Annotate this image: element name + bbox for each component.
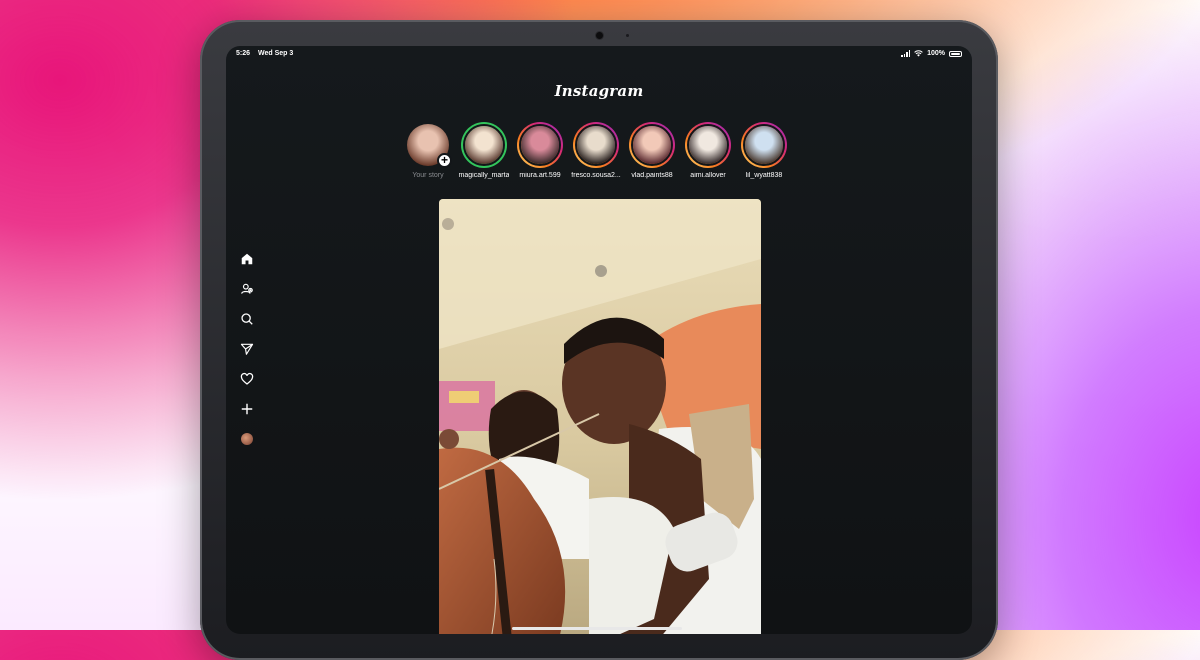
story-item[interactable]: aimi.allover xyxy=(684,122,732,179)
status-time: 5:26 xyxy=(236,50,251,57)
story-item[interactable]: miura.art.599 xyxy=(516,122,564,179)
story-username: vlad.paints88 xyxy=(631,172,673,179)
story-ring xyxy=(573,122,619,168)
story-avatar xyxy=(463,124,505,166)
status-right: 100% xyxy=(901,50,962,57)
sidebar-item-search[interactable] xyxy=(236,312,258,326)
plus-icon xyxy=(241,403,253,415)
story-username: magically_marta xyxy=(458,172,510,179)
story-username: Your story xyxy=(412,172,444,179)
story-avatar-image xyxy=(745,126,783,164)
story-your-story[interactable]: + Your story xyxy=(404,122,452,179)
battery-icon xyxy=(949,50,962,57)
story-avatar xyxy=(519,124,561,166)
story-avatar xyxy=(743,124,785,166)
story-avatar-image xyxy=(465,126,503,164)
instagram-logo[interactable]: Instagram xyxy=(226,82,972,100)
sidebar-item-friends[interactable] xyxy=(236,282,258,296)
sidebar-item-profile[interactable] xyxy=(236,432,258,446)
wifi-icon xyxy=(914,50,923,57)
search-icon xyxy=(241,313,253,325)
sidebar-item-home[interactable] xyxy=(236,252,258,266)
status-left: 5:26 Wed Sep 3 xyxy=(236,50,299,57)
story-item[interactable]: vlad.paints88 xyxy=(628,122,676,179)
story-avatar xyxy=(687,124,729,166)
post-media[interactable] xyxy=(439,199,761,634)
story-item[interactable]: lil_wyatt838 xyxy=(740,122,788,179)
story-username: miura.art.599 xyxy=(519,172,561,179)
app-screen: 5:26 Wed Sep 3 100% Instagram + Your stor… xyxy=(226,46,972,634)
post-photo xyxy=(439,199,761,634)
story-avatar xyxy=(575,124,617,166)
story-ring xyxy=(685,122,731,168)
profile-avatar xyxy=(241,433,253,445)
story-username: lil_wyatt838 xyxy=(745,172,783,179)
story-item[interactable]: magically_marta xyxy=(458,122,510,179)
story-avatar-image xyxy=(577,126,615,164)
sidebar-item-activity[interactable] xyxy=(236,372,258,386)
ipad-device: 5:26 Wed Sep 3 100% Instagram + Your stor… xyxy=(200,20,998,660)
battery-percent: 100% xyxy=(927,50,945,57)
sidebar-nav xyxy=(236,252,258,446)
story-avatar-image xyxy=(521,126,559,164)
story-ring xyxy=(741,122,787,168)
home-icon xyxy=(241,253,253,265)
front-camera xyxy=(596,32,603,39)
sidebar-item-create[interactable] xyxy=(236,402,258,416)
story-ring xyxy=(461,122,507,168)
story-username: fresco.sousa2... xyxy=(571,172,621,179)
sidebar-item-messages[interactable] xyxy=(236,342,258,356)
status-date: Wed Sep 3 xyxy=(257,50,294,57)
story-username: aimi.allover xyxy=(690,172,726,179)
story-avatar-image xyxy=(633,126,671,164)
story-item[interactable]: fresco.sousa2... xyxy=(571,122,621,179)
story-avatar xyxy=(631,124,673,166)
story-ring xyxy=(629,122,675,168)
story-avatar-image xyxy=(689,126,727,164)
signal-icon xyxy=(901,50,911,57)
add-story-plus-icon[interactable]: + xyxy=(437,153,452,168)
send-icon xyxy=(240,343,254,355)
story-ring: + xyxy=(405,122,452,168)
heart-icon xyxy=(240,372,254,385)
status-bar: 5:26 Wed Sep 3 100% xyxy=(236,50,962,64)
story-ring xyxy=(517,122,563,168)
friends-icon xyxy=(241,283,253,294)
camera-sensor xyxy=(626,34,629,37)
stories-tray: + Your story magically_marta miura.art.599 f… xyxy=(404,122,788,179)
